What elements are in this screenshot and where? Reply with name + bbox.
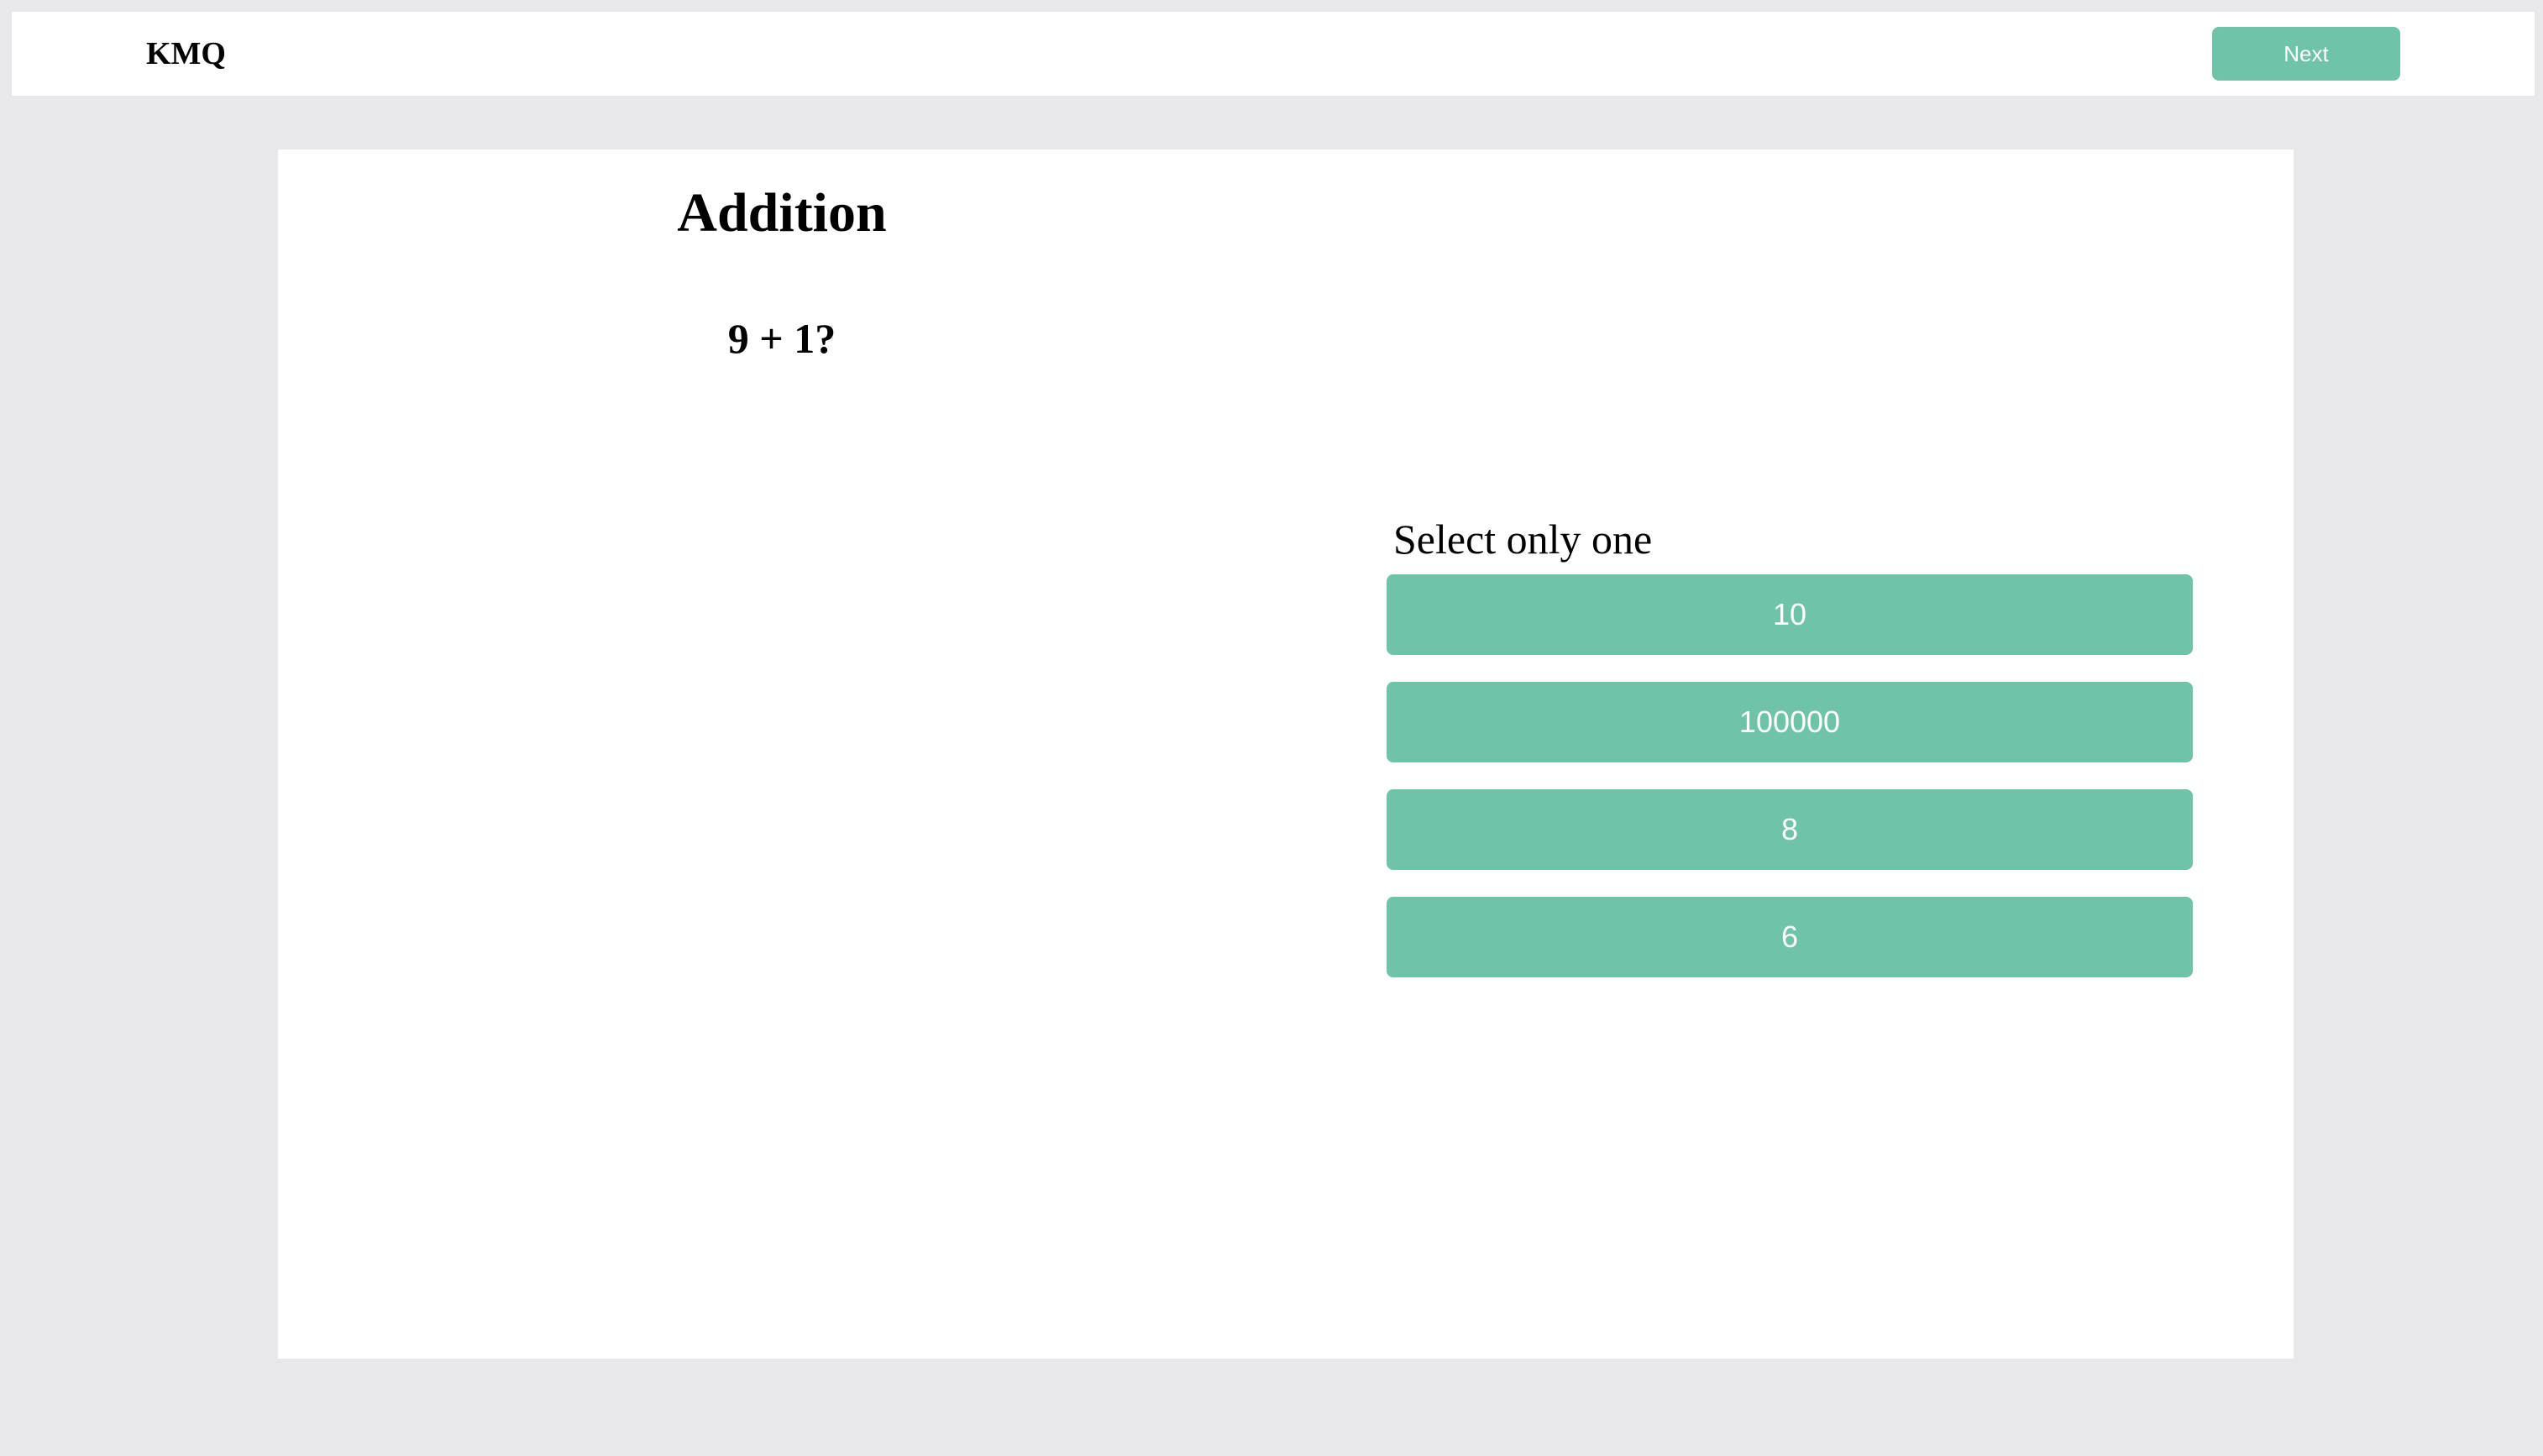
top-bar: KMQ Next <box>12 12 2535 96</box>
option-button[interactable]: 10 <box>1387 574 2193 655</box>
option-button[interactable]: 6 <box>1387 897 2193 977</box>
instructions-label: Select only one <box>1393 516 1653 563</box>
quiz-card: Addition 9 + 1? Select only one 10 10000… <box>278 149 2294 1359</box>
quiz-title: Addition <box>677 182 887 244</box>
next-button[interactable]: Next <box>2212 27 2400 81</box>
brand-logo: KMQ <box>146 36 226 71</box>
answer-panel: Select only one 10 100000 8 6 <box>1387 512 2193 1004</box>
option-button[interactable]: 8 <box>1387 789 2193 870</box>
option-button[interactable]: 100000 <box>1387 682 2193 762</box>
question-text: 9 + 1? <box>727 315 836 362</box>
options-list: 10 100000 8 6 <box>1387 574 2193 977</box>
